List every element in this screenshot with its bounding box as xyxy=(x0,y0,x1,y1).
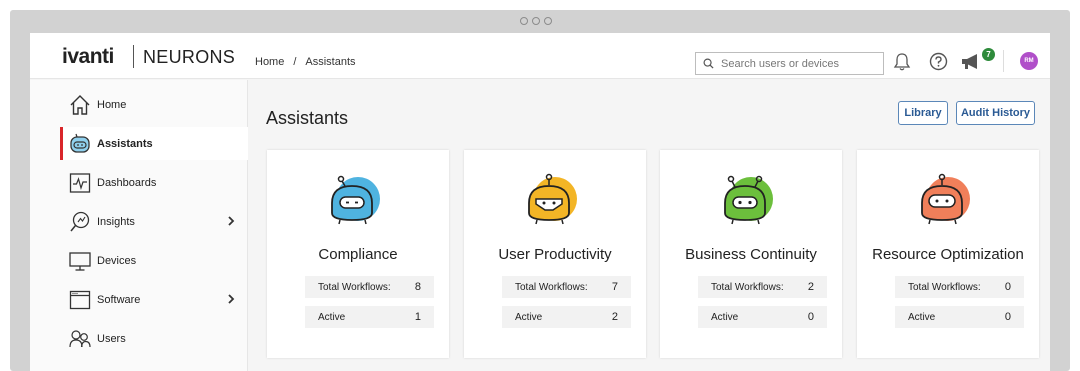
search-box[interactable] xyxy=(695,52,884,75)
stat-label: Active xyxy=(711,311,739,323)
breadcrumb-separator: / xyxy=(293,56,297,68)
stat-label: Total Workflows: xyxy=(515,281,588,293)
stat-value: 0 xyxy=(1004,311,1011,323)
sidebar: Home Assistants Dashboards Insights Devi… xyxy=(30,80,248,371)
logo-divider xyxy=(133,45,134,68)
sidebar-item-label: Devices xyxy=(97,254,137,267)
active-row: Active 0 xyxy=(895,306,1024,328)
sidebar-item-insights[interactable]: Insights xyxy=(60,205,248,238)
megaphone-icon[interactable] xyxy=(960,52,984,72)
total-workflows-row: Total Workflows: 8 xyxy=(305,276,434,298)
stat-label: Active xyxy=(515,311,543,323)
active-row: Active 2 xyxy=(502,306,631,328)
chevron-right-icon xyxy=(228,216,235,226)
robot-icon xyxy=(331,175,380,225)
sidebar-item-label: Home xyxy=(97,98,127,111)
card-title: Compliance xyxy=(318,246,398,263)
home-icon xyxy=(70,95,90,115)
sidebar-item-label: Assistants xyxy=(97,137,153,150)
stat-value: 2 xyxy=(611,311,618,323)
library-button[interactable]: Library xyxy=(898,101,948,125)
stat-value: 0 xyxy=(807,311,814,323)
topbar-divider xyxy=(1003,50,1004,72)
bell-icon[interactable] xyxy=(893,52,911,72)
stat-value: 7 xyxy=(611,281,618,293)
sidebar-item-label: Users xyxy=(97,332,126,345)
card-title: Business Continuity xyxy=(685,246,817,263)
stat-label: Total Workflows: xyxy=(711,281,784,293)
window-dot xyxy=(532,17,540,25)
active-row: Active 1 xyxy=(305,306,434,328)
assistant-card-user-productivity[interactable]: User Productivity Total Workflows: 7 Act… xyxy=(464,150,646,358)
robot-icon xyxy=(724,175,773,225)
page-title: Assistants xyxy=(266,108,349,128)
product-name: NEURONS xyxy=(143,47,236,67)
active-row: Active 0 xyxy=(698,306,827,328)
app-window: ivanti NEURONS Home / Assistants Search … xyxy=(30,33,1050,371)
assistant-card-resource-optimization[interactable]: Resource Optimization Total Workflows: 0… xyxy=(857,150,1039,358)
stat-value: 0 xyxy=(1004,281,1011,293)
sidebar-item-software[interactable]: Software xyxy=(60,283,248,316)
search-icon xyxy=(703,58,714,69)
audit-history-button[interactable]: Audit History xyxy=(956,101,1035,125)
avatar[interactable]: RM xyxy=(1020,52,1038,70)
brand-logo[interactable]: ivanti xyxy=(62,45,114,69)
sidebar-item-label: Dashboards xyxy=(97,176,157,189)
total-workflows-row: Total Workflows: 2 xyxy=(698,276,827,298)
total-workflows-row: Total Workflows: 0 xyxy=(895,276,1024,298)
sidebar-item-label: Software xyxy=(97,293,141,306)
robot-icon xyxy=(70,133,90,153)
notification-badge: 7 xyxy=(982,48,995,61)
stat-value: 1 xyxy=(414,311,421,323)
sidebar-item-assistants[interactable]: Assistants xyxy=(60,127,248,160)
top-bar: ivanti NEURONS Home / Assistants Search … xyxy=(30,33,1050,79)
insights-icon xyxy=(70,211,90,232)
card-title: Resource Optimization xyxy=(872,246,1024,263)
stat-label: Active xyxy=(318,311,346,323)
stat-value: 8 xyxy=(414,281,421,293)
total-workflows-row: Total Workflows: 7 xyxy=(502,276,631,298)
sidebar-item-home[interactable]: Home xyxy=(60,88,248,121)
sidebar-item-users[interactable]: Users xyxy=(60,322,248,355)
software-window-icon xyxy=(69,290,91,310)
stat-label: Total Workflows: xyxy=(318,281,391,293)
window-dots xyxy=(520,17,552,25)
sidebar-item-dashboards[interactable]: Dashboards xyxy=(60,166,248,199)
window-dot xyxy=(520,17,528,25)
breadcrumb-current: Assistants xyxy=(305,56,356,68)
assistant-card-compliance[interactable]: Compliance Total Workflows: 8 Active 1 xyxy=(267,150,449,358)
stat-label: Active xyxy=(908,311,936,323)
window-dot xyxy=(544,17,552,25)
dashboard-icon xyxy=(69,173,91,193)
card-title: User Productivity xyxy=(498,246,612,263)
stat-label: Total Workflows: xyxy=(908,281,981,293)
stat-value: 2 xyxy=(807,281,814,293)
help-icon[interactable] xyxy=(929,52,948,71)
monitor-icon xyxy=(69,252,91,271)
sidebar-item-devices[interactable]: Devices xyxy=(60,244,248,277)
breadcrumb-home[interactable]: Home xyxy=(255,56,284,68)
users-icon xyxy=(69,330,91,348)
chevron-right-icon xyxy=(228,294,235,304)
search-input[interactable] xyxy=(721,57,871,70)
sidebar-item-label: Insights xyxy=(97,215,135,228)
breadcrumb: Home / Assistants xyxy=(255,56,356,68)
robot-icon xyxy=(528,173,577,225)
robot-icon xyxy=(921,173,970,225)
assistant-card-business-continuity[interactable]: Business Continuity Total Workflows: 2 A… xyxy=(660,150,842,358)
